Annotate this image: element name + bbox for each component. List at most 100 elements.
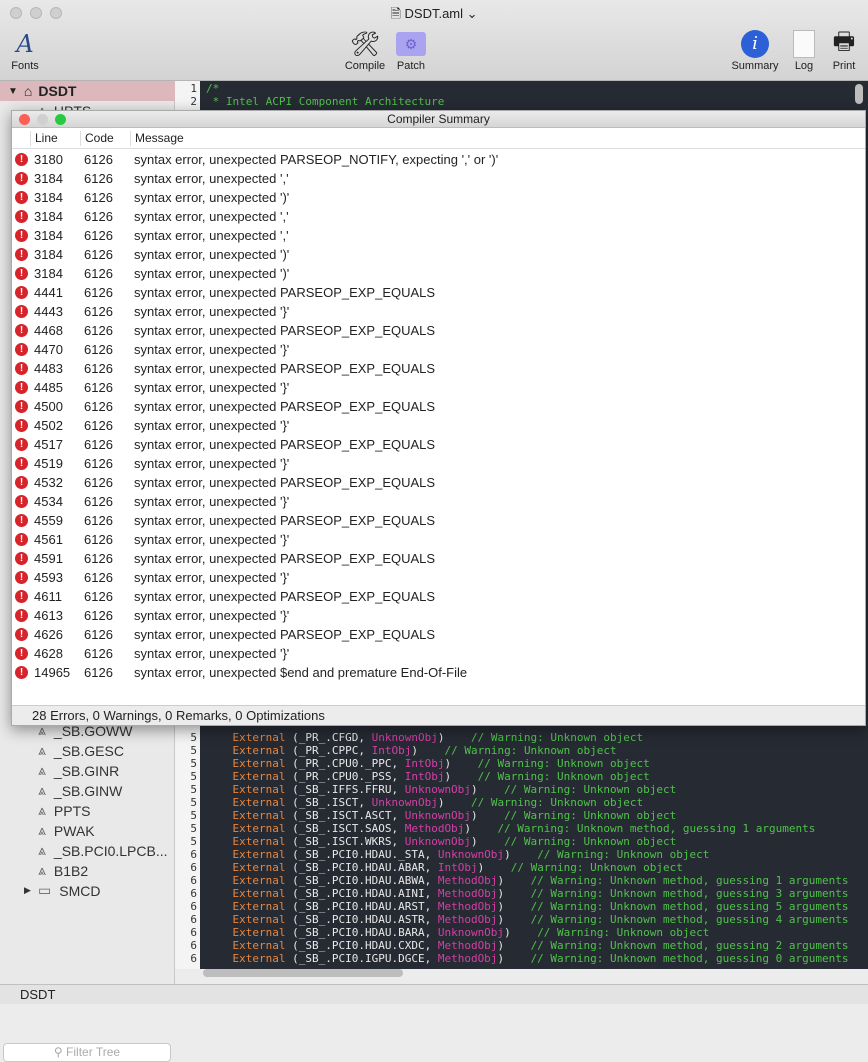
error-icon: ! [15, 248, 28, 261]
code-line: 6 External (_SB_.PCI0.HDAU.BARA, Unknown… [175, 926, 868, 939]
table-row[interactable]: ! 14965 6126 syntax error, unexpected $end … [12, 663, 865, 682]
method-icon: ⩓ [38, 762, 46, 778]
column-code[interactable]: Code [80, 131, 114, 146]
code-type: MethodObj [437, 939, 498, 952]
dialog-zoom-button[interactable] [55, 114, 66, 125]
table-row[interactable]: ! 4470 6126 syntax error, unexpected '}' [12, 340, 865, 359]
table-row[interactable]: ! 4483 6126 syntax error, unexpected PARSEO… [12, 359, 865, 378]
table-row[interactable]: ! 3184 6126 syntax error, unexpected ')' [12, 188, 865, 207]
row-code: 6126 [84, 513, 113, 528]
window-title[interactable]: 🗎 DSDT.aml ⌄ [0, 5, 868, 27]
table-row[interactable]: ! 4441 6126 syntax error, unexpected PARSEO… [12, 283, 865, 302]
row-message: syntax error, unexpected ')' [134, 266, 290, 281]
patch-button[interactable]: ⚙ Patch [386, 28, 436, 72]
code-line: 5 External (_PR_.CFGD, UnknownObj) // Wa… [175, 731, 868, 744]
table-row[interactable]: ! 4485 6126 syntax error, unexpected '}' [12, 378, 865, 397]
tree-item[interactable]: ⩓ _SB.PCI0.LPCB... [38, 842, 168, 859]
code-comment: // Warning: Unknown object [444, 744, 617, 757]
tree-item[interactable]: ⩓ _SB.GESC [38, 742, 124, 759]
row-line: 3180 [34, 152, 63, 167]
table-row[interactable]: ! 4534 6126 syntax error, unexpected '}' [12, 492, 865, 511]
code-type: MethodObj [437, 952, 498, 965]
table-row[interactable]: ! 4613 6126 syntax error, unexpected '}' [12, 606, 865, 625]
table-row[interactable]: ! 4628 6126 syntax error, unexpected '}' [12, 644, 865, 663]
code-comment: // Warning: Unknown object [504, 809, 677, 822]
printer-icon: 🖶 [832, 27, 856, 55]
row-code: 6126 [84, 399, 113, 414]
error-icon: ! [15, 191, 28, 204]
table-row[interactable]: ! 4500 6126 syntax error, unexpected PARSEO… [12, 397, 865, 416]
table-row[interactable]: ! 3180 6126 syntax error, unexpected PARSEO… [12, 150, 865, 169]
table-row[interactable]: ! 4502 6126 syntax error, unexpected '}' [12, 416, 865, 435]
code-text: ( [285, 848, 299, 861]
table-row[interactable]: ! 4532 6126 syntax error, unexpected PARSEO… [12, 473, 865, 492]
filter-tree-input[interactable]: ⚲ Filter Tree [3, 1043, 171, 1062]
table-row[interactable]: ! 4561 6126 syntax error, unexpected '}' [12, 530, 865, 549]
table-row[interactable]: ! 4443 6126 syntax error, unexpected '}' [12, 302, 865, 321]
column-line[interactable]: Line [30, 131, 58, 146]
code-type: IntObj [404, 770, 445, 783]
code-line: 6 External (_SB_.PCI0.HDAU.ABAR, IntObj)… [175, 861, 868, 874]
tree-item[interactable]: ⩓ PPTS [38, 802, 90, 819]
tree-root-dsdt[interactable]: ▼ ⌂ DSDT [0, 81, 175, 101]
error-icon: ! [15, 514, 28, 527]
row-message: syntax error, unexpected PARSEOP_EXP_EQU… [134, 475, 436, 490]
line-number: 6 [190, 848, 197, 861]
code-path: _PR_.CPU0._PPC [298, 757, 392, 770]
search-icon: ⚲ [53, 1045, 67, 1059]
table-row[interactable]: ! 4611 6126 syntax error, unexpected PARSEO… [12, 587, 865, 606]
row-message: syntax error, unexpected PARSEOP_EXP_EQU… [134, 285, 436, 300]
code-comment: // Warning: Unknown object [537, 848, 710, 861]
column-message[interactable]: Message [130, 131, 184, 146]
code-keyword: External [232, 952, 286, 965]
tree-item[interactable]: ⩓ _SB.GINW [38, 782, 122, 799]
code-text: ) [477, 861, 511, 874]
fonts-button[interactable]: A Fonts [0, 28, 50, 72]
dialog-close-button[interactable] [19, 114, 30, 125]
print-button[interactable]: 🖶 Print [819, 27, 868, 73]
row-line: 4559 [34, 513, 63, 528]
row-line: 14965 [34, 665, 71, 680]
tree-item[interactable]: ⩓ PWAK [38, 822, 95, 839]
table-row[interactable]: ! 3184 6126 syntax error, unexpected ',' [12, 226, 865, 245]
table-row[interactable]: ! 4593 6126 syntax error, unexpected '}' [12, 568, 865, 587]
table-row[interactable]: ! 3184 6126 syntax error, unexpected ',' [12, 207, 865, 226]
code-path: _SB_.PCI0.HDAU.ABWA [298, 874, 425, 887]
table-row[interactable]: ! 4468 6126 syntax error, unexpected PARSEO… [12, 321, 865, 340]
table-row[interactable]: ! 4559 6126 syntax error, unexpected PARSEO… [12, 511, 865, 530]
code-path: _SB_.ISCT.WKRS [298, 835, 392, 848]
table-row[interactable]: ! 4591 6126 syntax error, unexpected PARSEO… [12, 549, 865, 568]
code-keyword: External [232, 783, 286, 796]
table-row[interactable]: ! 3184 6126 syntax error, unexpected ',' [12, 169, 865, 188]
table-row[interactable]: ! 4519 6126 syntax error, unexpected '}' [12, 454, 865, 473]
tree-item[interactable]: ▶ ▭ SMCD [24, 882, 100, 899]
code-comment: // Warning: Unknown method, guessing 1 a… [530, 874, 849, 887]
row-message: syntax error, unexpected '}' [134, 532, 290, 547]
code-line: 5 External (_SB_.ISCT.ASCT, UnknownObj) … [175, 809, 868, 822]
font-icon: A [16, 30, 34, 58]
table-row[interactable]: ! 4517 6126 syntax error, unexpected PARSEO… [12, 435, 865, 454]
disclosure-triangle-icon[interactable]: ▶ [24, 885, 31, 896]
row-code: 6126 [84, 228, 113, 243]
row-message: syntax error, unexpected '}' [134, 418, 290, 433]
disclosure-triangle-icon[interactable]: ▼ [8, 86, 18, 97]
row-message: syntax error, unexpected '}' [134, 342, 290, 357]
table-row[interactable]: ! 4626 6126 syntax error, unexpected PARSEO… [12, 625, 865, 644]
error-icon: ! [15, 552, 28, 565]
line-number: 5 [190, 757, 197, 770]
row-code: 6126 [84, 456, 113, 471]
code-line: 5 External (_PR_.CPPC, IntObj) // Warnin… [175, 744, 868, 757]
tree-item[interactable]: ⩓ B1B2 [38, 862, 88, 879]
table-row[interactable]: ! 3184 6126 syntax error, unexpected ')' [12, 245, 865, 264]
tree-item-label: PWAK [53, 822, 95, 839]
summary-button[interactable]: i Summary [730, 28, 780, 72]
row-line: 4613 [34, 608, 63, 623]
table-row[interactable]: ! 3184 6126 syntax error, unexpected ')' [12, 264, 865, 283]
row-code: 6126 [84, 247, 113, 262]
horizontal-scrollbar[interactable] [203, 969, 403, 977]
dialog-minimize-button[interactable] [37, 114, 48, 125]
row-line: 4519 [34, 456, 63, 471]
vertical-scrollbar[interactable] [855, 84, 863, 104]
tree-item[interactable]: ⩓ _SB.GINR [38, 762, 119, 779]
compile-button[interactable]: 🛠 Compile [340, 28, 390, 73]
